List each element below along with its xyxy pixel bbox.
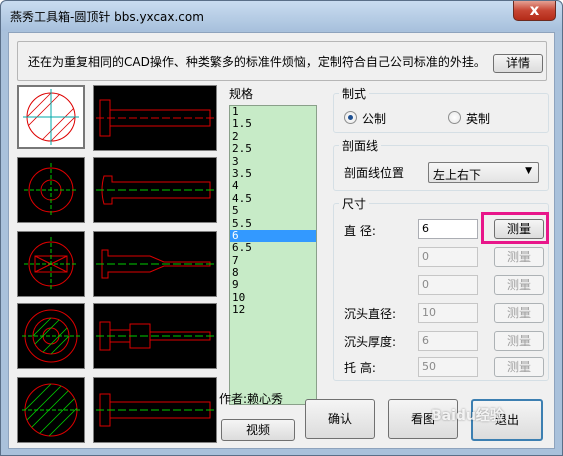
- thumb-side-1[interactable]: [93, 85, 217, 151]
- thumb-section-1-selected[interactable]: [17, 85, 85, 149]
- hatch-position-select[interactable]: 左上右下 ▼: [428, 162, 539, 183]
- measure-highlight-box: [481, 212, 549, 244]
- thumb-section-4[interactable]: [17, 303, 85, 369]
- confirm-button[interactable]: 确认: [305, 399, 375, 439]
- chevron-down-icon: ▼: [525, 166, 532, 176]
- diameter-label: 直 径:: [344, 224, 376, 238]
- metric-label: 公制: [362, 112, 387, 126]
- spec-list-item[interactable]: 5: [230, 204, 316, 217]
- measure-holder-height-button[interactable]: 测量: [494, 357, 544, 377]
- metric-radio[interactable]: [344, 111, 357, 124]
- measure-field3-button[interactable]: 测量: [494, 275, 544, 295]
- field2-input[interactable]: 0: [418, 247, 478, 267]
- spec-list-item[interactable]: 2.5: [230, 142, 316, 155]
- hatch-position-value: 左上右下: [433, 168, 482, 182]
- spec-list-item[interactable]: 5.5: [230, 217, 316, 230]
- field3-input[interactable]: 0: [418, 275, 478, 295]
- description-text: 还在为重复相同的CAD操作、种类繁多的标准件烦恼，定制符合自己公司标准的外挂。: [28, 55, 486, 69]
- measure-head-diameter-button[interactable]: 测量: [494, 303, 544, 323]
- spec-list-item[interactable]: 12: [230, 303, 316, 316]
- spec-label: 规格: [229, 87, 254, 101]
- spec-list-item[interactable]: 8: [230, 266, 316, 279]
- author-label: 作者:赖心秀: [219, 392, 284, 406]
- thumb-side-3[interactable]: [93, 231, 217, 297]
- thumb-section-2[interactable]: [17, 157, 85, 223]
- dialog-body: 还在为重复相同的CAD操作、种类繁多的标准件烦恼，定制符合自己公司标准的外挂。 …: [8, 32, 555, 449]
- hatch-group-title: 剖面线: [339, 137, 382, 154]
- spec-list-item[interactable]: 7: [230, 254, 316, 267]
- spec-list-item[interactable]: 4.5: [230, 192, 316, 205]
- thumb-side-4[interactable]: [93, 303, 217, 369]
- imperial-radio[interactable]: [448, 111, 461, 124]
- spec-listbox[interactable]: 1 1.5 2 2.5 3 3.5 4 4.5 5 5.5 6 6.5 7 8 9 10 12: [229, 105, 317, 405]
- close-button[interactable]: x: [513, 1, 556, 21]
- thumb-side-5[interactable]: [93, 377, 217, 443]
- thumb-side-2[interactable]: [93, 157, 217, 223]
- title-bar[interactable]: 燕秀工具箱-圆顶针 bbs.yxcax.com x: [1, 1, 562, 31]
- details-button[interactable]: 详情: [493, 54, 543, 73]
- diameter-input[interactable]: 6: [418, 219, 478, 239]
- hatch-position-label: 剖面线位置: [344, 166, 405, 180]
- window-title: 燕秀工具箱-圆顶针 bbs.yxcax.com: [10, 10, 204, 24]
- style-group: 制式 公制 英制: [333, 85, 549, 133]
- head-diameter-input[interactable]: 10: [418, 303, 478, 323]
- head-thickness-label: 沉头厚度:: [344, 335, 397, 349]
- spec-list-item[interactable]: 4: [230, 179, 316, 192]
- spec-list-item[interactable]: 1.5: [230, 117, 316, 130]
- app-window: 燕秀工具箱-圆顶针 bbs.yxcax.com x 还在为重复相同的CAD操作、…: [0, 0, 563, 456]
- holder-height-label: 托 高:: [344, 361, 376, 375]
- head-thickness-input[interactable]: 6: [418, 331, 478, 351]
- video-button[interactable]: 视频: [221, 419, 295, 441]
- imperial-label: 英制: [466, 112, 491, 126]
- measure-head-thickness-button[interactable]: 测量: [494, 331, 544, 351]
- spec-list-item[interactable]: 3.5: [230, 167, 316, 180]
- hatch-group: 剖面线 剖面线位置 左上右下 ▼: [333, 137, 549, 191]
- thumb-section-5[interactable]: [17, 377, 85, 443]
- style-group-title: 制式: [339, 85, 370, 102]
- holder-height-input[interactable]: 50: [418, 357, 478, 377]
- head-diameter-label: 沉头直径:: [344, 307, 397, 321]
- measure-field2-button[interactable]: 测量: [494, 247, 544, 267]
- size-group-title: 尺寸: [339, 195, 370, 212]
- thumb-section-3[interactable]: [17, 231, 85, 297]
- spec-list-item[interactable]: 6.5: [230, 241, 316, 254]
- spec-list-item[interactable]: 9: [230, 279, 316, 292]
- description-box: 还在为重复相同的CAD操作、种类繁多的标准件烦恼，定制符合自己公司标准的外挂。 …: [17, 41, 547, 81]
- watermark: Baidu经验: [431, 408, 504, 424]
